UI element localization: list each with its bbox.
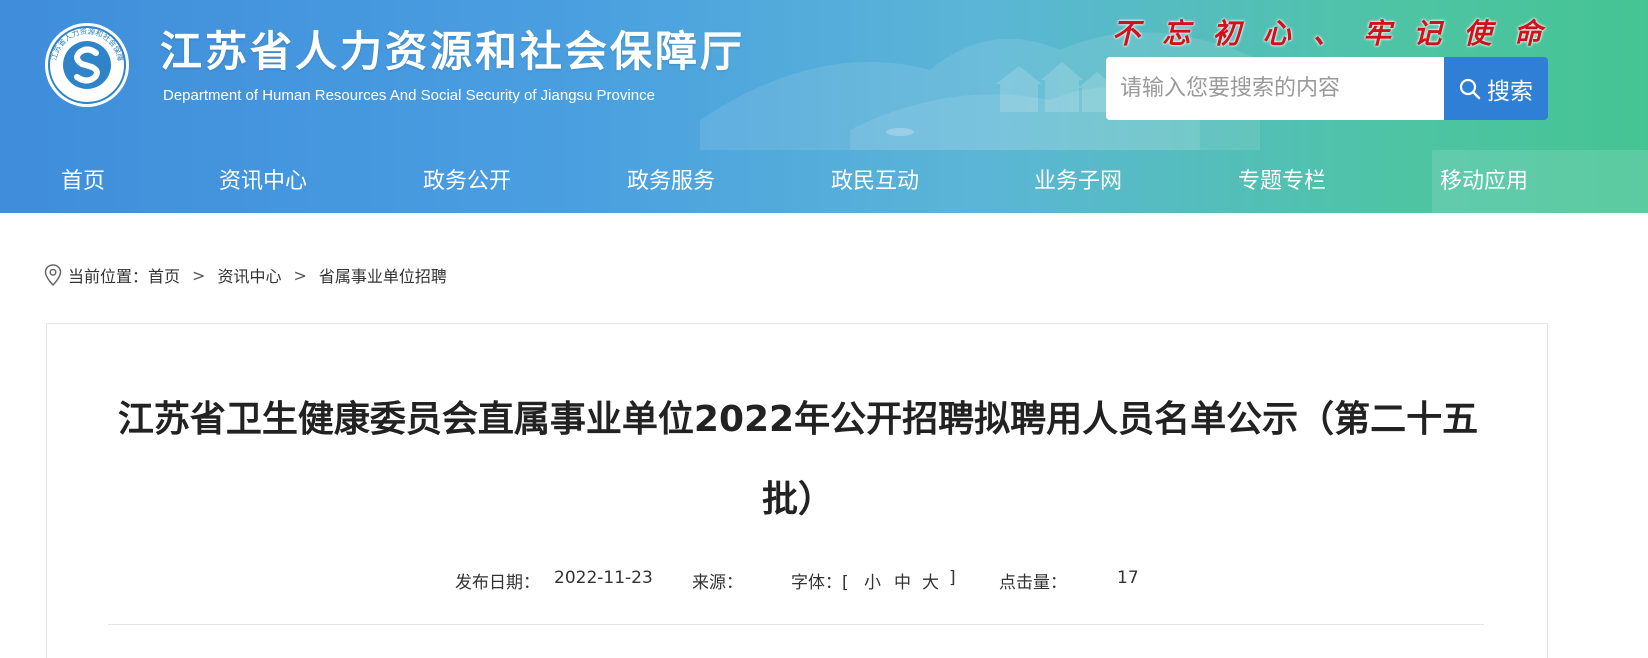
search-icon	[1459, 78, 1481, 99]
slogan-char: 、	[1312, 17, 1341, 50]
source-label: 来源：	[692, 573, 743, 593]
views-label: 点击量：	[999, 573, 1067, 593]
font-size-label: 字体：[	[791, 573, 849, 593]
nav-item-gov-open[interactable]: 政务公开	[423, 150, 511, 213]
search-input[interactable]	[1106, 57, 1444, 120]
breadcrumb-prefix: 当前位置：	[68, 267, 149, 286]
nav-item-home[interactable]: 首页	[61, 150, 105, 213]
font-size-small[interactable]: 小	[864, 568, 881, 593]
publish-date-label: 发布日期：	[455, 573, 540, 593]
main-nav: 首页 资讯中心 政务公开 政务服务 政民互动 业务子网 专题专栏 移动应用	[0, 150, 1648, 213]
slogan-char: 使	[1463, 17, 1492, 50]
article-title: 江苏省卫生健康委员会直属事业单位2022年公开招聘拟聘用人员名单公示（第二十五批…	[117, 399, 1479, 520]
slogan-char: 牢	[1363, 17, 1392, 50]
views-count: 17	[1117, 568, 1139, 588]
breadcrumb-separator: >	[293, 265, 307, 285]
nav-item-news[interactable]: 资讯中心	[219, 150, 307, 213]
breadcrumb-recruitment[interactable]: 省属事业单位招聘	[319, 263, 447, 287]
breadcrumb-separator: >	[192, 265, 206, 285]
ministry-logo[interactable]: 江苏省人力资源和社会保障厅	[44, 22, 130, 108]
breadcrumb-home[interactable]: 首页	[148, 263, 180, 287]
breadcrumb-news[interactable]: 资讯中心	[217, 263, 281, 287]
article-meta: 发布日期： 2022-11-23 来源： 字体：[ 小 中 大 ] 点击量： 1…	[0, 568, 1648, 596]
slogan-char: 忘	[1162, 17, 1191, 50]
font-size-medium[interactable]: 中	[894, 568, 911, 593]
nav-item-mobile[interactable]: 移动应用	[1432, 150, 1648, 213]
nav-item-topics[interactable]: 专题专栏	[1238, 150, 1326, 213]
breadcrumb: 当前位置： 首页 > 资讯中心 > 省属事业单位招聘	[44, 262, 447, 288]
slogan-char: 初	[1212, 17, 1241, 50]
nav-item-interaction[interactable]: 政民互动	[831, 150, 919, 213]
slogan: 不 忘 初 心 、 牢 记 使 命	[1112, 12, 1542, 52]
site-subtitle: Department of Human Resources And Social…	[163, 87, 655, 104]
search-box: 搜索	[1106, 57, 1548, 120]
site-title[interactable]: 江苏省人力资源和社会保障厅	[160, 18, 745, 79]
search-button-label: 搜索	[1487, 78, 1533, 105]
location-pin-icon	[44, 264, 62, 286]
slogan-char: 心	[1262, 17, 1291, 50]
slogan-char: 命	[1513, 17, 1542, 50]
slogan-char: 不	[1112, 17, 1141, 50]
font-size-bracket: ]	[949, 568, 956, 588]
nav-item-subsites[interactable]: 业务子网	[1034, 150, 1122, 213]
publish-date: 2022-11-23	[554, 568, 653, 588]
divider	[108, 624, 1484, 625]
search-button[interactable]: 搜索	[1444, 57, 1548, 120]
nav-item-gov-service[interactable]: 政务服务	[627, 150, 715, 213]
site-header: 江苏省人力资源和社会保障厅 江苏省人力资源和社会保障厅 Department o…	[0, 0, 1648, 213]
font-size-large[interactable]: 大	[922, 568, 939, 593]
slogan-char: 记	[1413, 17, 1442, 50]
